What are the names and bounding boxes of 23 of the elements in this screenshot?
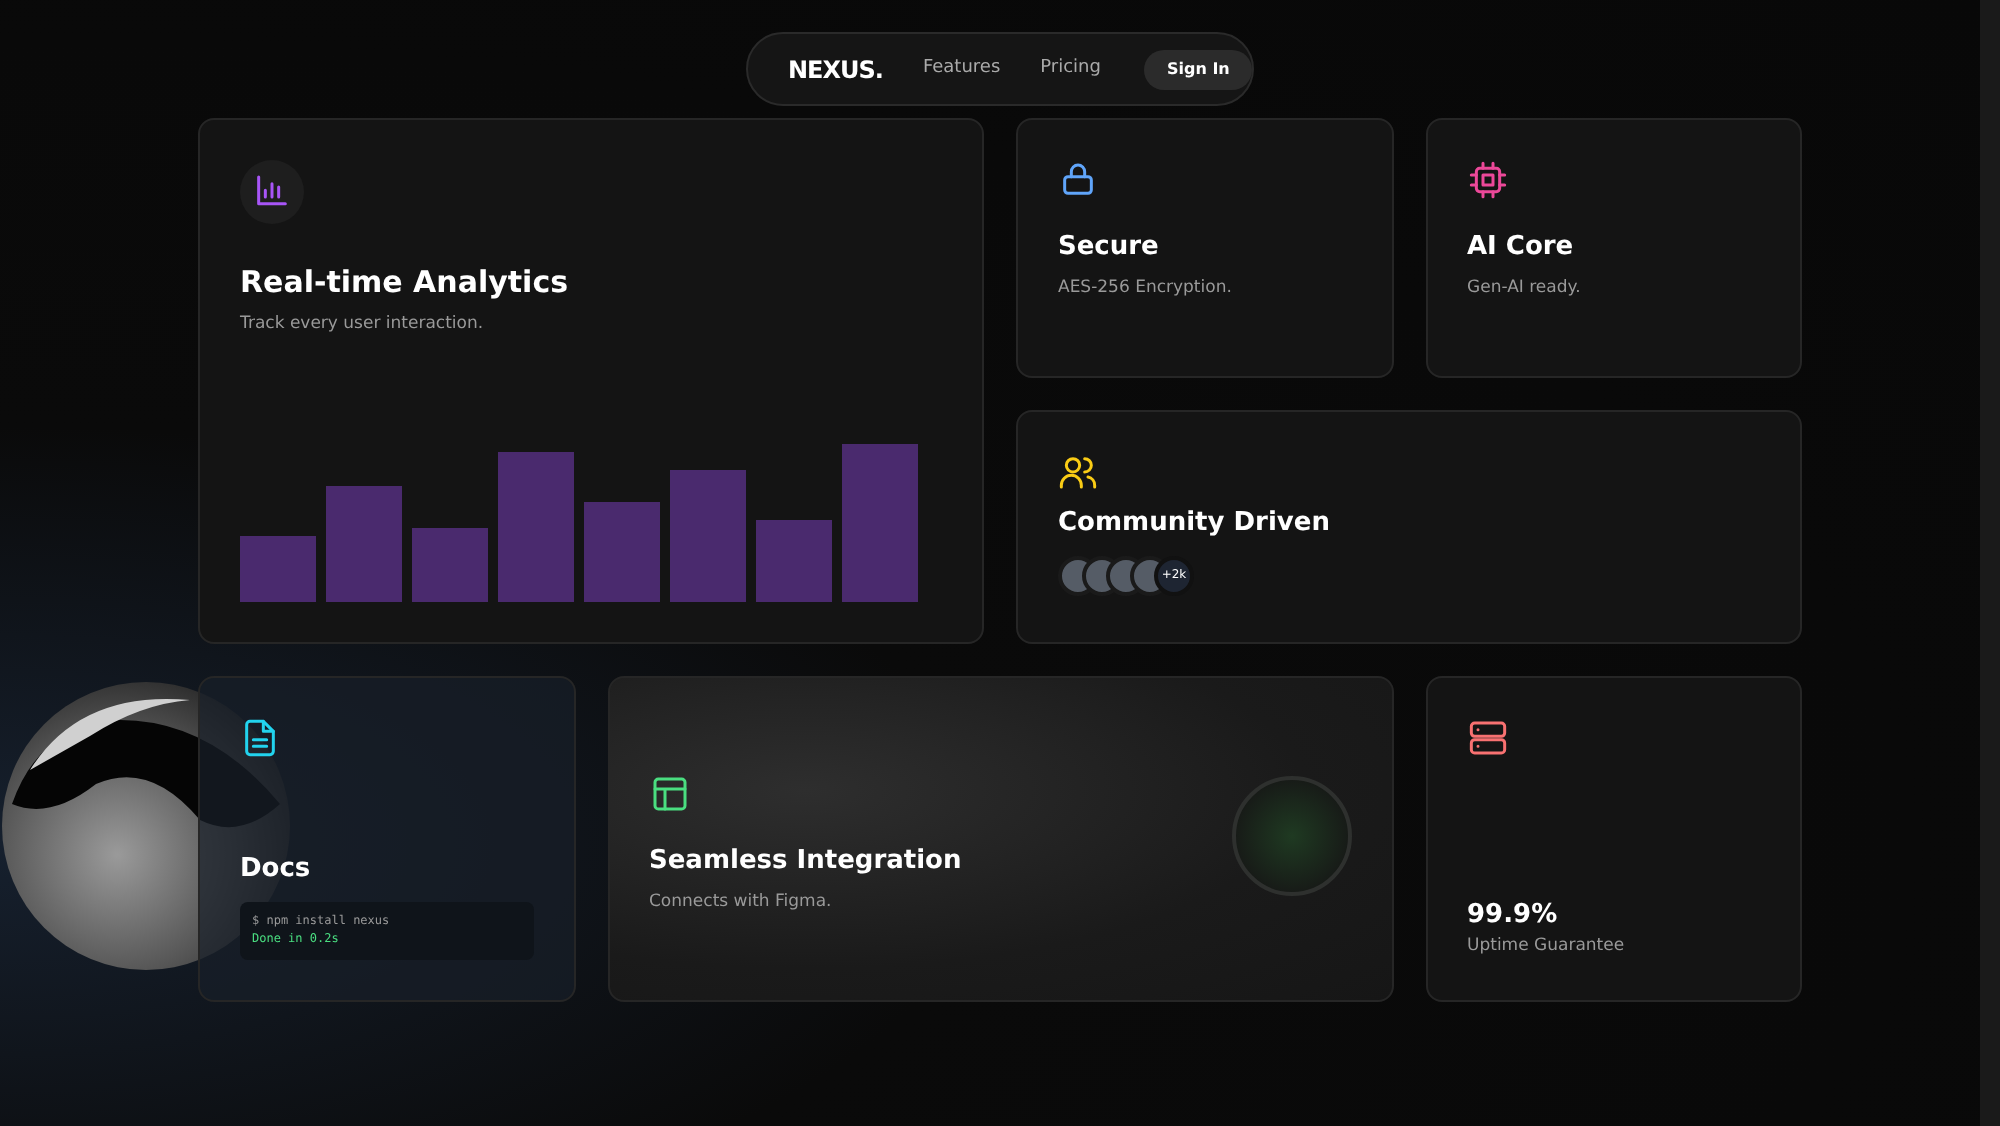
nav-link[interactable]: Features — [922, 55, 1001, 83]
chart-bar — [584, 502, 660, 602]
sign-in-button[interactable]: Sign In — [1144, 49, 1252, 89]
card-text: AES-256 Encryption. — [1058, 275, 1234, 301]
card-title: Docs — [240, 854, 313, 886]
chart-bar — [326, 486, 402, 602]
card-text: Uptime Guarantee — [1467, 934, 1627, 960]
logo[interactable]: NEXUS. — [788, 51, 883, 87]
chart-bar — [240, 536, 316, 602]
card-text: Track every user interaction. — [240, 312, 486, 338]
card-text: Gen-AI ready. — [1467, 275, 1583, 301]
stat-value: 99.9% — [1467, 899, 1560, 931]
card-title: Community Driven — [1058, 508, 1332, 540]
chart-bar — [670, 470, 746, 602]
card-text: Connects with Figma. — [649, 889, 834, 915]
card-title: Seamless Integration — [649, 846, 964, 878]
chart-bar — [756, 520, 832, 602]
card-title: Secure — [1058, 232, 1161, 264]
nav-link[interactable]: Pricing — [1040, 55, 1101, 83]
chart-bar — [412, 528, 488, 602]
card-title: Real-time Analytics — [240, 264, 571, 300]
card-title: AI Core — [1467, 232, 1576, 264]
glow-circle-drawing — [1229, 774, 1353, 898]
